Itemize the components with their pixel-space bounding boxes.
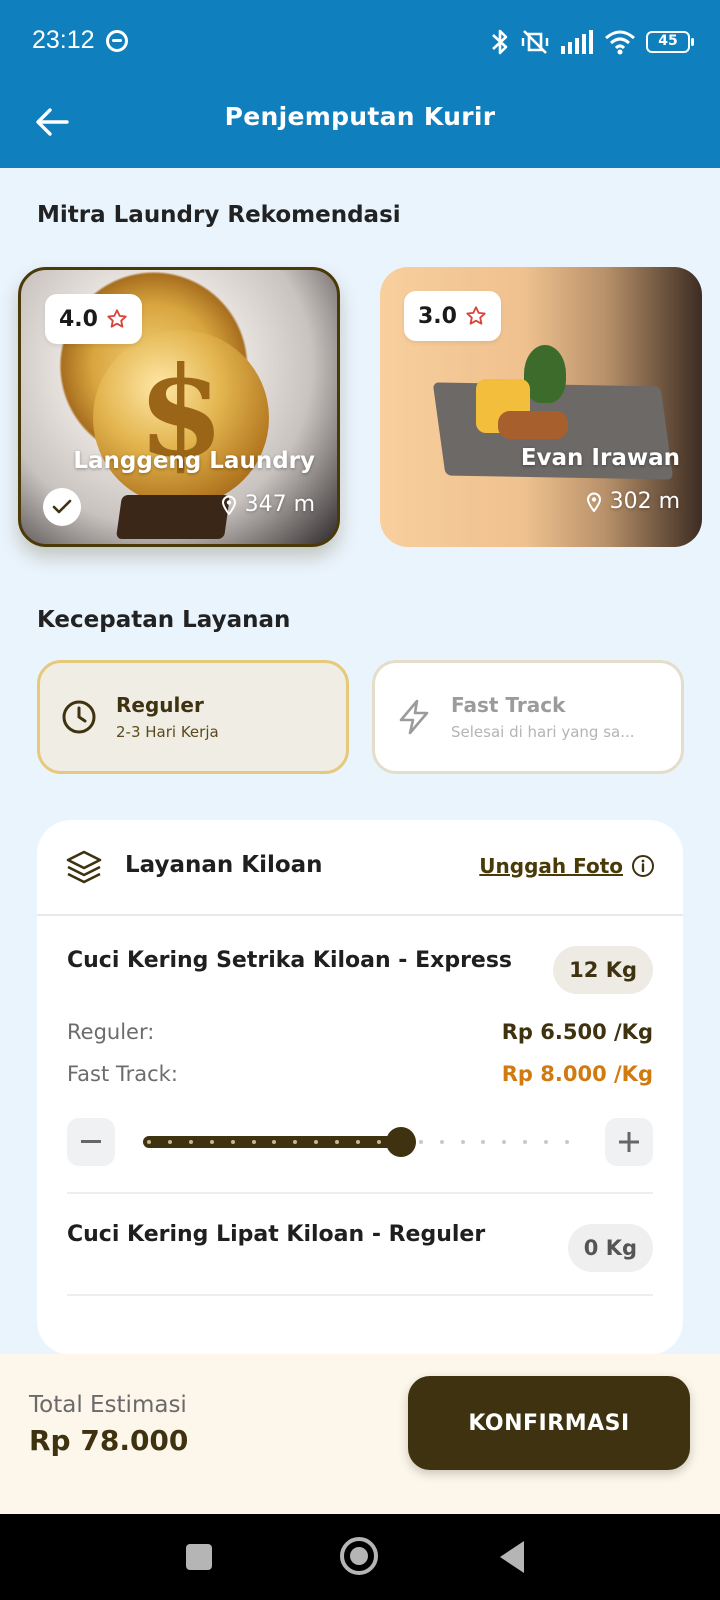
selected-check-badge	[43, 488, 81, 526]
bluetooth-icon	[492, 29, 508, 55]
slider-tick	[147, 1140, 151, 1144]
system-navigation-bar	[0, 1514, 720, 1600]
card-image-detail	[498, 411, 568, 439]
speed-option-subtitle: 2-3 Hari Kerja	[116, 723, 219, 741]
speed-title: Kecepatan Layanan	[37, 607, 291, 633]
speed-option-title: Fast Track	[451, 693, 566, 717]
service-item-name: Cuci Kering Setrika Kiloan - Express	[67, 948, 513, 973]
recent-apps-icon[interactable]	[186, 1544, 212, 1570]
speed-option-subtitle: Selesai di hari yang sa...	[451, 723, 635, 741]
location-pin-icon	[221, 495, 236, 515]
checkout-bar: Total Estimasi Rp 78.000 KONFIRMASI	[0, 1354, 720, 1514]
plus-icon	[619, 1132, 639, 1152]
lightning-icon	[399, 699, 429, 735]
rating-badge: 4.0	[45, 294, 142, 344]
status-bar: 23:12 45	[0, 0, 720, 84]
wifi-icon	[605, 30, 635, 55]
slider-tick	[335, 1140, 339, 1144]
location-pin-icon	[586, 492, 601, 512]
service-card: Layanan Kiloan Unggah Foto Cuci Kering S…	[37, 820, 683, 1355]
slider-thumb[interactable]	[386, 1127, 416, 1157]
slider-tick	[356, 1140, 360, 1144]
status-icons: 45	[490, 24, 694, 60]
check-icon	[52, 499, 72, 514]
signal-icon	[561, 30, 593, 54]
star-icon	[466, 306, 486, 325]
rating-value: 3.0	[418, 303, 457, 329]
slider-tick	[314, 1140, 318, 1144]
minus-icon	[81, 1140, 101, 1143]
page-title: Penjemputan Kurir	[224, 102, 496, 131]
slider-tick	[440, 1140, 444, 1144]
fast-track-price-value: Rp 8.000 /Kg	[501, 1062, 653, 1086]
item-divider	[67, 1192, 653, 1194]
quantity-badge: 0 Kg	[567, 1224, 653, 1272]
home-icon[interactable]	[340, 1537, 378, 1575]
do-not-disturb-icon	[106, 30, 128, 52]
slider-tick	[461, 1140, 465, 1144]
partner-name: Evan Irawan	[520, 445, 680, 471]
service-title: Layanan Kiloan	[125, 852, 323, 878]
coin-image: $	[93, 330, 269, 506]
distance-value: 302 m	[609, 489, 680, 514]
speed-option-fast-track[interactable]: Fast Track Selesai di hari yang sa...	[372, 660, 684, 774]
card-image-detail	[524, 345, 566, 403]
total-label: Total Estimasi	[29, 1392, 187, 1418]
system-back-icon[interactable]	[500, 1541, 524, 1573]
reguler-price-value: Rp 6.500 /Kg	[501, 1020, 653, 1044]
quantity-badge: 12 Kg	[553, 946, 653, 994]
total-value: Rp 78.000	[29, 1424, 189, 1457]
clock-icon	[62, 700, 96, 734]
rating-badge: 3.0	[404, 291, 501, 341]
slider-tick	[377, 1140, 381, 1144]
distance-value: 347 m	[244, 492, 315, 517]
star-icon	[107, 309, 127, 328]
upload-photo-link[interactable]: Unggah Foto	[479, 854, 623, 878]
header: Penjemputan Kurir	[0, 84, 720, 168]
slider-tick	[231, 1140, 235, 1144]
layers-icon	[66, 850, 102, 884]
vibrate-off-icon	[521, 30, 549, 54]
partner-distance: 347 m	[221, 492, 315, 517]
speed-option-reguler[interactable]: Reguler 2-3 Hari Kerja	[37, 660, 349, 774]
slider-tick	[210, 1140, 214, 1144]
slider-tick	[252, 1140, 256, 1144]
fast-track-price-label: Fast Track:	[67, 1062, 178, 1086]
app-bar: 23:12 45 Penjemputan Kurir	[0, 0, 720, 168]
slider-tick	[272, 1140, 276, 1144]
slider-tick	[544, 1140, 548, 1144]
service-card-header: Layanan Kiloan Unggah Foto	[37, 820, 683, 916]
partner-card[interactable]: $ 4.0 Langgeng Laundry 347 m	[18, 267, 340, 547]
confirm-button[interactable]: KONFIRMASI	[408, 1376, 690, 1470]
service-item-name: Cuci Kering Lipat Kiloan - Reguler	[67, 1222, 486, 1247]
slider-tick	[523, 1140, 527, 1144]
info-icon[interactable]	[631, 854, 655, 878]
slider-tick	[189, 1140, 193, 1144]
recommend-title: Mitra Laundry Rekomendasi	[37, 202, 401, 228]
decrease-quantity-button[interactable]	[67, 1118, 115, 1166]
slider-tick	[502, 1140, 506, 1144]
increase-quantity-button[interactable]	[605, 1118, 653, 1166]
card-image-detail	[115, 495, 231, 539]
slider-tick	[419, 1140, 423, 1144]
item-divider	[67, 1294, 653, 1296]
slider-tick	[168, 1140, 172, 1144]
speed-option-title: Reguler	[116, 693, 204, 717]
partner-card[interactable]: 3.0 Evan Irawan 302 m	[380, 267, 702, 547]
slider-tick	[481, 1140, 485, 1144]
quantity-slider[interactable]	[143, 1127, 573, 1157]
slider-tick	[565, 1140, 569, 1144]
status-time: 23:12	[32, 26, 95, 54]
partner-name: Langgeng Laundry	[73, 448, 315, 474]
partner-carousel[interactable]: $ 4.0 Langgeng Laundry 347 m 3.0 Evan Ir…	[0, 255, 720, 565]
battery-icon: 45	[646, 31, 694, 53]
rating-value: 4.0	[59, 306, 98, 332]
reguler-price-label: Reguler:	[67, 1020, 155, 1044]
slider-tick	[293, 1140, 297, 1144]
partner-distance: 302 m	[586, 489, 680, 514]
